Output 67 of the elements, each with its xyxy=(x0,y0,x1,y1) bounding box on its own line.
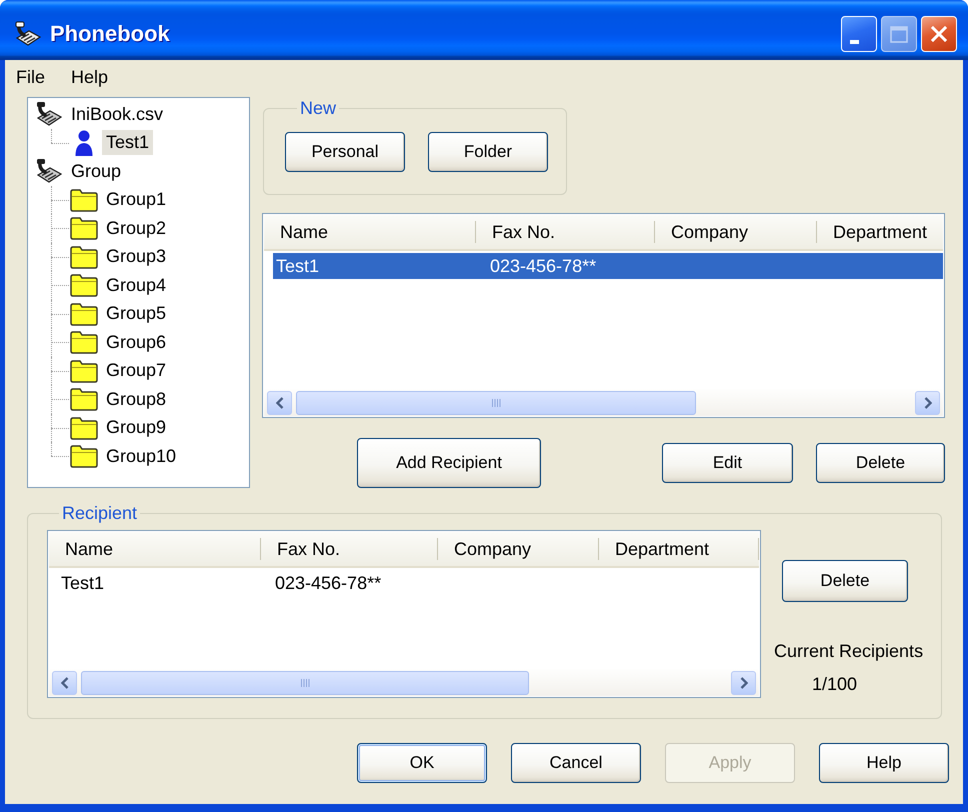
telephone-icon xyxy=(35,100,63,128)
scroll-right-button[interactable] xyxy=(731,670,756,694)
tree-item[interactable]: Group2 xyxy=(102,216,170,241)
group-label: Recipient xyxy=(61,503,138,524)
tree-item[interactable]: Group10 xyxy=(102,444,180,469)
folder-icon xyxy=(70,302,98,326)
delete-button[interactable]: Delete xyxy=(816,443,945,483)
scroll-left-button[interactable] xyxy=(267,390,292,414)
minimize-button[interactable] xyxy=(841,16,877,52)
person-icon xyxy=(74,128,94,157)
folder-icon xyxy=(70,444,98,468)
tree-item[interactable]: Group1 xyxy=(102,187,170,212)
tree-item[interactable]: IniBook.csv xyxy=(67,102,168,127)
scroll-right-button[interactable] xyxy=(915,390,940,414)
chevron-left-icon xyxy=(60,676,68,688)
table-cell-text: Test1 xyxy=(275,256,320,276)
delete-button[interactable]: Delete xyxy=(782,560,908,602)
grip-icon xyxy=(492,398,500,406)
table-cell-text: 023-456-78** xyxy=(489,256,598,276)
column-header[interactable]: Department xyxy=(817,215,943,249)
tree-item[interactable]: Group3 xyxy=(102,244,170,270)
list-row[interactable]: Test1 023-456-78** xyxy=(273,253,943,279)
table-cell-text: 023-456-78** xyxy=(274,572,382,594)
folder-icon xyxy=(70,273,98,298)
add-recipient-button[interactable]: Add Recipient xyxy=(357,438,541,488)
close-icon xyxy=(931,26,947,42)
list-row[interactable]: Test1 023-456-78** xyxy=(58,570,759,596)
tree-item[interactable]: Group5 xyxy=(102,301,170,326)
close-button[interactable] xyxy=(921,16,957,52)
folder-icon xyxy=(70,416,98,440)
folder-icon xyxy=(70,216,98,240)
scrollbar-thumb[interactable] xyxy=(81,670,529,694)
edit-button[interactable]: Edit xyxy=(662,443,793,483)
scroll-left-button[interactable] xyxy=(52,670,77,694)
folder-icon xyxy=(70,387,98,412)
telephone-icon xyxy=(35,157,63,186)
folder-button[interactable]: Folder xyxy=(428,132,548,172)
personal-button[interactable]: Personal xyxy=(285,132,405,172)
folder-icon xyxy=(70,244,98,269)
tree-item[interactable]: Group6 xyxy=(102,330,170,355)
count-label: Current Recipients xyxy=(774,640,924,662)
folder-icon xyxy=(70,188,98,212)
telephone-icon xyxy=(14,20,42,48)
ok-button[interactable]: OK xyxy=(357,743,487,783)
tree-item[interactable]: Test1 xyxy=(102,130,154,156)
grip-icon xyxy=(300,678,310,686)
help-button[interactable]: Help xyxy=(819,743,949,783)
tree-item[interactable]: Group8 xyxy=(102,386,170,412)
tree-item[interactable]: Group7 xyxy=(102,358,170,384)
chevron-right-icon xyxy=(740,676,748,688)
menu-item[interactable]: File xyxy=(8,64,54,88)
menu-item[interactable]: Help xyxy=(63,64,116,88)
folder-icon xyxy=(70,358,98,383)
table-cell-text: Test1 xyxy=(60,572,106,594)
window-title: Phonebook xyxy=(50,21,170,47)
minimize-icon xyxy=(850,40,859,44)
chevron-right-icon xyxy=(924,396,932,408)
folder-icon xyxy=(70,330,98,354)
maximize-icon xyxy=(890,26,908,42)
tree-item[interactable]: Group9 xyxy=(102,415,170,440)
cancel-button[interactable]: Cancel xyxy=(511,743,641,783)
scrollbar-thumb[interactable] xyxy=(296,390,696,414)
chevron-left-icon xyxy=(276,396,284,408)
tree-item[interactable]: Group xyxy=(67,158,126,184)
count-value: 1/100 xyxy=(812,673,858,695)
tree-item[interactable]: Group4 xyxy=(102,272,170,298)
group-label: New xyxy=(299,98,338,119)
